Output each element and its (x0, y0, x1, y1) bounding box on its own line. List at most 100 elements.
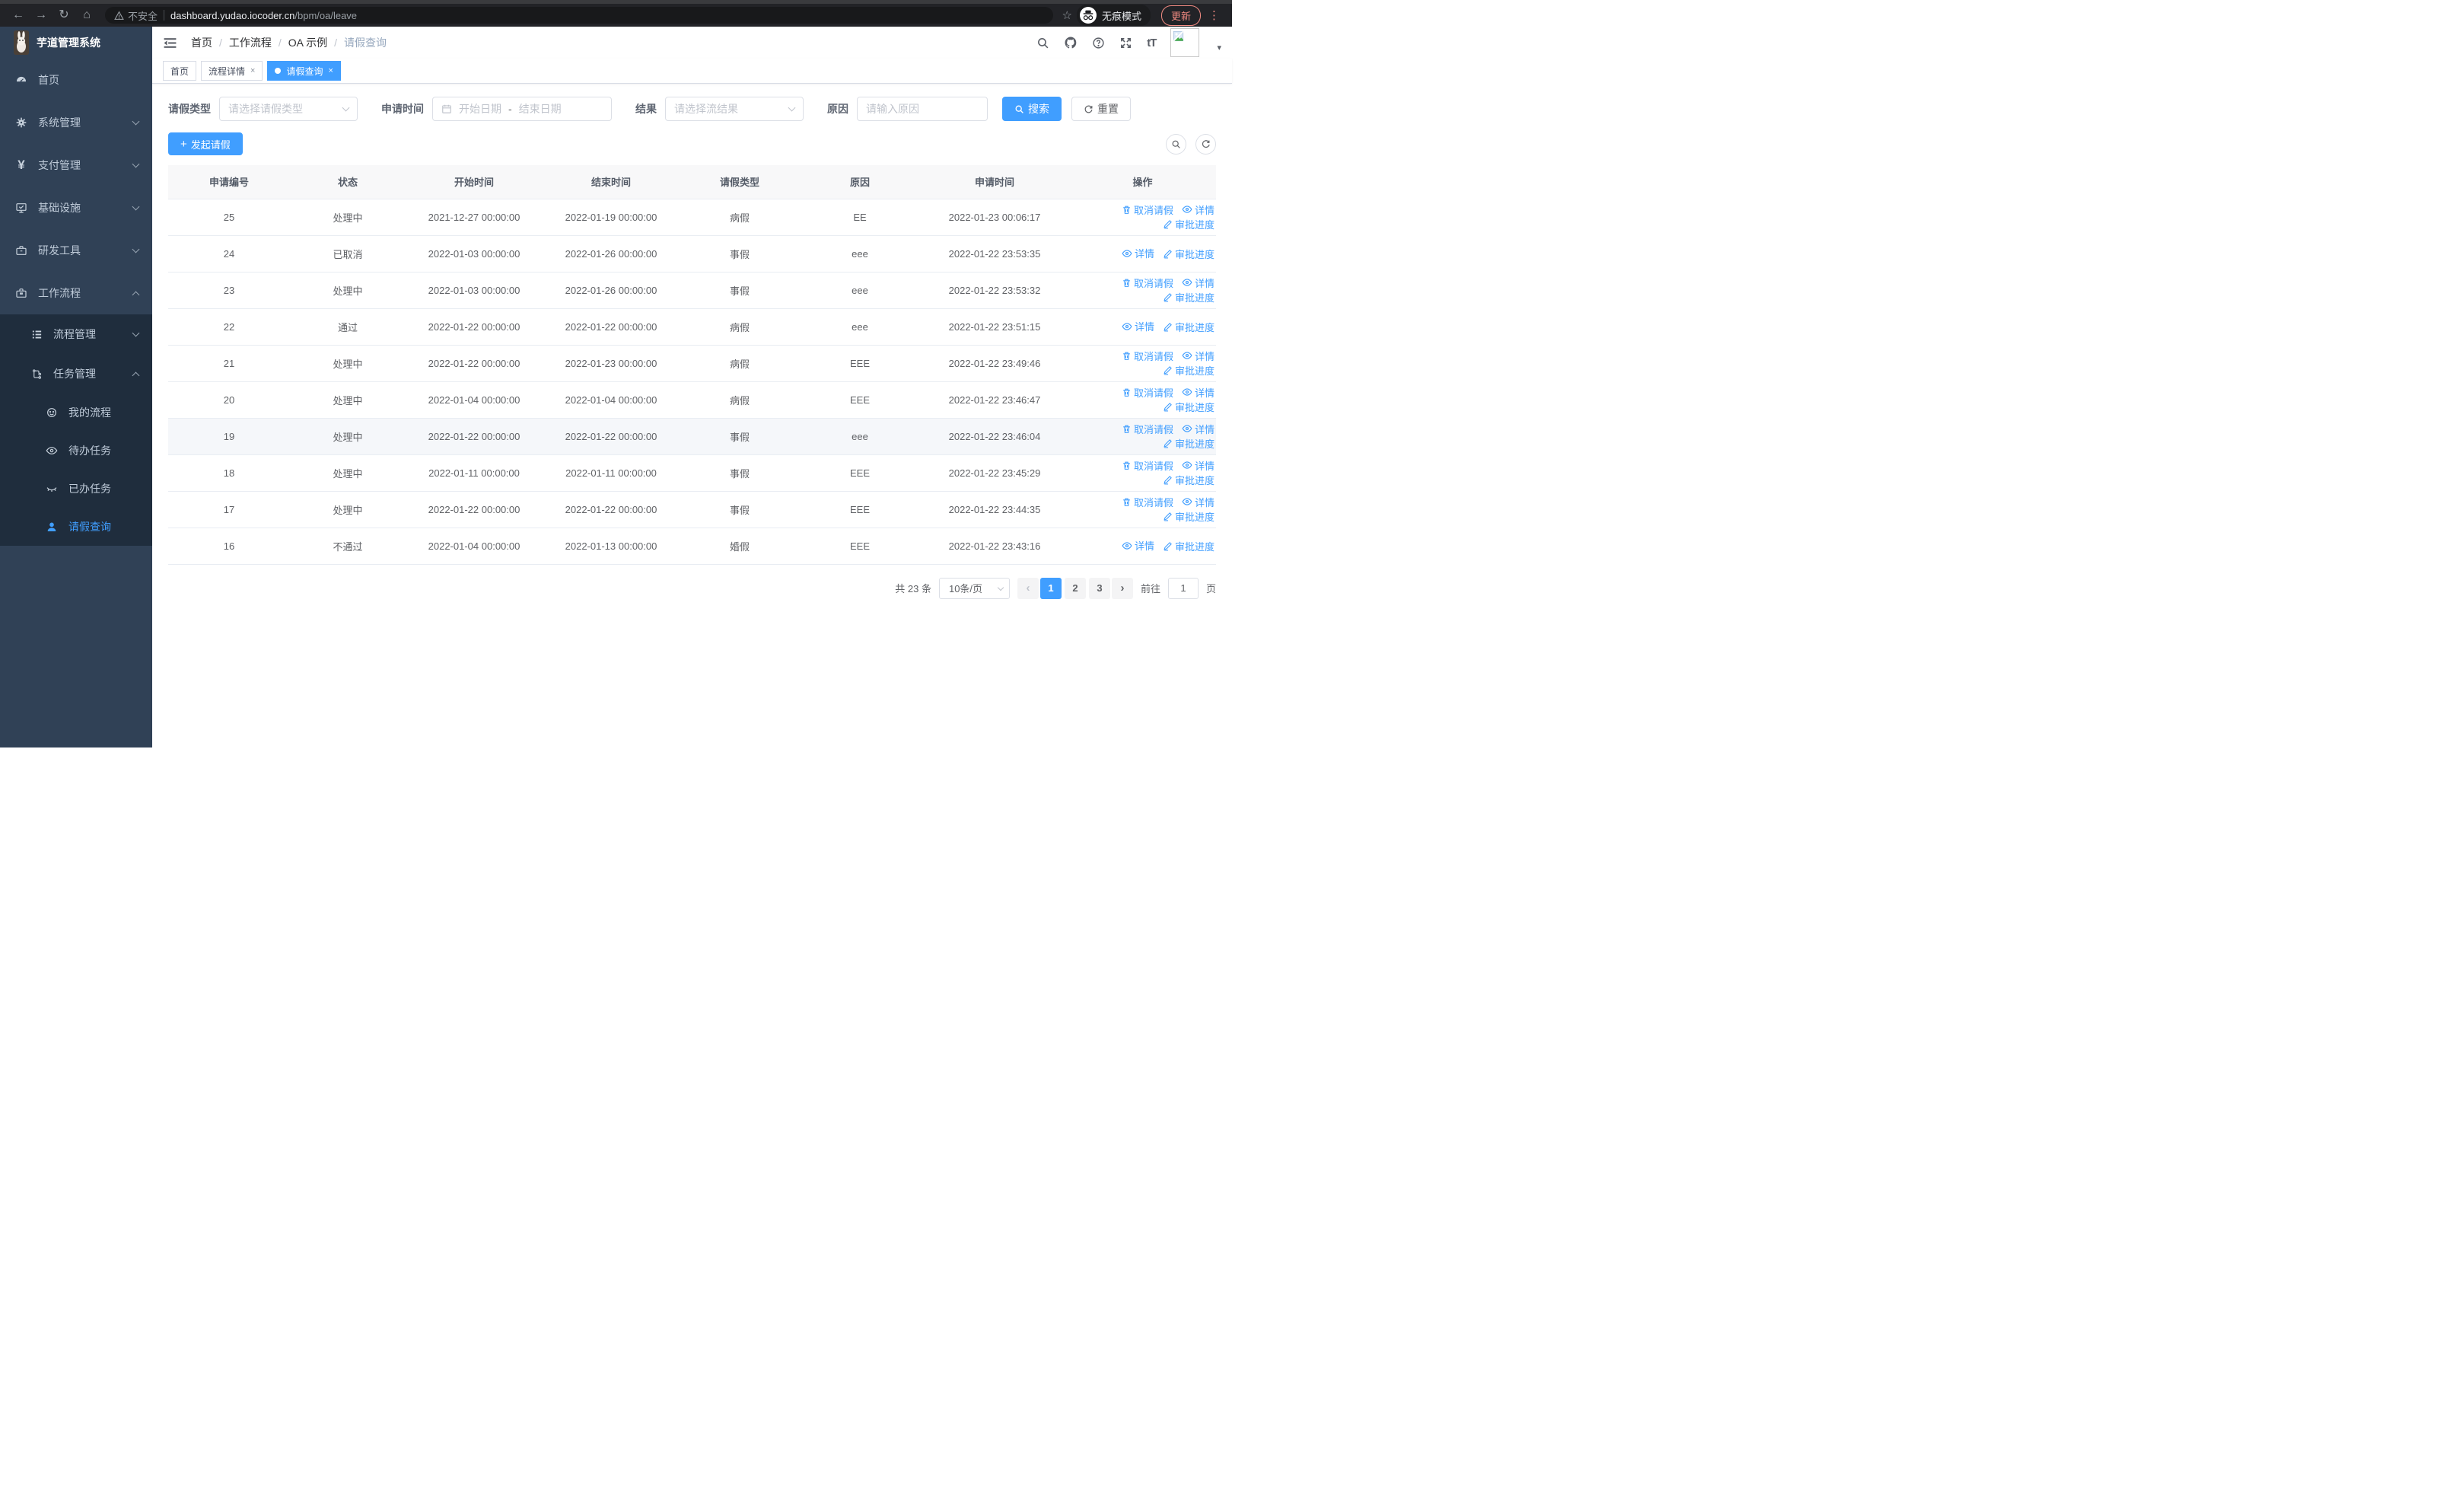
cancel-action-link[interactable]: 取消请假 (1122, 385, 1173, 400)
help-icon[interactable] (1092, 37, 1105, 49)
sidebar-item-infra[interactable]: 基础设施 (0, 186, 152, 229)
cell-reason: EE (800, 198, 920, 236)
breadcrumb-home[interactable]: 首页 (191, 35, 212, 50)
cancel-action-link[interactable]: 取消请假 (1122, 276, 1173, 290)
table-row: 20 处理中 2022-01-04 00:00:00 2022-01-04 00:00… (168, 381, 1216, 419)
sidebar-item-todo-task[interactable]: 待办任务 (0, 432, 152, 470)
sidebar-item-process-mgmt[interactable]: 流程管理 (0, 314, 152, 354)
collapse-sidebar-icon[interactable] (163, 36, 177, 50)
bookmark-star-icon[interactable]: ☆ (1062, 8, 1072, 22)
progress-action-link[interactable]: 审批进度 (1163, 400, 1214, 414)
detail-action-link[interactable]: 详情 (1182, 276, 1214, 290)
update-button[interactable]: 更新 (1160, 5, 1201, 26)
select-placeholder: 请选择请假类型 (228, 103, 303, 115)
detail-action-link[interactable]: 详情 (1122, 319, 1154, 333)
tab-process-detail[interactable]: 流程详情 × (201, 61, 263, 81)
sidebar-item-home[interactable]: 首页 (0, 59, 152, 101)
reason-input[interactable] (866, 103, 979, 115)
sidebar-item-system[interactable]: 系统管理 (0, 101, 152, 144)
sidebar-item-pay[interactable]: ¥ 支付管理 (0, 144, 152, 186)
detail-action-link[interactable]: 详情 (1182, 349, 1214, 363)
page-button-3[interactable]: 3 (1088, 577, 1110, 599)
progress-action-link[interactable]: 审批进度 (1163, 320, 1214, 334)
progress-action-link[interactable]: 审批进度 (1163, 290, 1214, 304)
home-icon[interactable]: ⌂ (78, 6, 96, 24)
sidebar-item-done-task[interactable]: 已办任务 (0, 470, 152, 508)
page-button-2[interactable]: 2 (1064, 577, 1086, 599)
security-label: 不安全 (128, 10, 158, 22)
close-icon[interactable]: × (328, 66, 333, 75)
back-icon[interactable]: ← (9, 6, 27, 24)
cell-apply: 2022-01-22 23:43:16 (920, 528, 1069, 565)
cell-id: 21 (168, 345, 290, 382)
cancel-action-link[interactable]: 取消请假 (1122, 349, 1173, 363)
cancel-action-link[interactable]: 取消请假 (1122, 458, 1173, 473)
prev-page-button[interactable]: ‹ (1017, 577, 1039, 599)
cancel-action-link[interactable]: 取消请假 (1122, 495, 1173, 509)
forward-icon[interactable]: → (32, 6, 50, 24)
url-bar[interactable]: 不安全 dashboard.yudao.iocoder.cn/bpm/oa/le… (105, 7, 1053, 24)
sidebar-item-workflow[interactable]: 工作流程 (0, 272, 152, 314)
eye-icon (46, 445, 58, 457)
progress-action-link[interactable]: 审批进度 (1163, 363, 1214, 378)
yen-icon: ¥ (18, 158, 25, 172)
leave-type-select[interactable]: 请选择请假类型 (219, 97, 358, 121)
progress-action-link[interactable]: 审批进度 (1163, 509, 1214, 524)
search-icon[interactable] (1036, 37, 1049, 49)
close-icon[interactable]: × (250, 66, 255, 75)
progress-action-link[interactable]: 审批进度 (1163, 539, 1214, 553)
create-leave-button[interactable]: + 发起请假 (168, 132, 243, 155)
detail-action-link[interactable]: 详情 (1182, 202, 1214, 217)
fullscreen-icon[interactable] (1119, 37, 1132, 49)
goto-page-input[interactable] (1167, 577, 1199, 599)
app-logo[interactable]: 芋道管理系统 (0, 27, 152, 59)
detail-action-link[interactable]: 详情 (1182, 458, 1214, 473)
security-indicator[interactable]: 不安全 (114, 8, 158, 23)
progress-action-link[interactable]: 审批进度 (1163, 436, 1214, 451)
detail-action-link[interactable]: 详情 (1182, 422, 1214, 436)
caret-down-icon[interactable]: ▾ (1217, 43, 1221, 57)
sidebar-item-leave-query[interactable]: 请假查询 (0, 508, 152, 546)
result-select[interactable]: 请选择流结果 (665, 97, 804, 121)
detail-action-link[interactable]: 详情 (1182, 495, 1214, 509)
sidebar-item-my-process[interactable]: 我的流程 (0, 394, 152, 432)
detail-action-link[interactable]: 详情 (1122, 538, 1154, 553)
cancel-action-link[interactable]: 取消请假 (1122, 202, 1173, 217)
cancel-action-link[interactable]: 取消请假 (1122, 422, 1173, 436)
tab-leave-query[interactable]: 请假查询 × (267, 61, 341, 81)
github-icon[interactable] (1064, 36, 1078, 49)
col-apply-id: 申请编号 (168, 165, 290, 199)
more-vert-icon[interactable]: ⋮ (1205, 8, 1223, 22)
page-size-select[interactable]: 10条/页 (938, 577, 1010, 599)
toggle-search-button[interactable] (1166, 133, 1186, 155)
detail-action-label: 详情 (1194, 350, 1214, 362)
refresh-table-button[interactable] (1195, 133, 1216, 155)
cell-reason: EEE (800, 381, 920, 419)
next-page-button[interactable]: › (1111, 577, 1133, 599)
breadcrumb-oa[interactable]: OA 示例 (288, 35, 327, 50)
avatar[interactable] (1170, 28, 1200, 57)
progress-action-link[interactable]: 审批进度 (1163, 473, 1214, 487)
progress-action-link[interactable]: 审批进度 (1163, 247, 1214, 261)
page-button-1[interactable]: 1 (1039, 577, 1062, 599)
tab-home[interactable]: 首页 (163, 61, 197, 81)
cell-id: 20 (168, 381, 290, 419)
edit-icon (1164, 249, 1172, 259)
detail-action-link[interactable]: 详情 (1182, 385, 1214, 400)
reset-button[interactable]: 重置 (1071, 97, 1131, 121)
col-status: 状态 (290, 165, 406, 199)
apply-time-range-picker[interactable]: 开始日期 - 结束日期 (432, 97, 612, 121)
reload-icon[interactable]: ↻ (55, 6, 73, 24)
progress-action-link[interactable]: 审批进度 (1163, 217, 1214, 231)
sidebar-item-task-mgmt[interactable]: 任务管理 (0, 354, 152, 394)
search-button[interactable]: 搜索 (1002, 97, 1062, 121)
detail-action-link[interactable]: 详情 (1122, 246, 1154, 260)
app-header: 首页 / 工作流程 / OA 示例 / 请假查询 tT ▾ (152, 27, 1232, 59)
font-size-icon[interactable]: tT (1147, 37, 1157, 49)
cell-end: 2022-01-26 00:00:00 (543, 272, 680, 309)
breadcrumb-workflow[interactable]: 工作流程 (229, 35, 272, 50)
progress-action-label: 审批进度 (1174, 475, 1214, 487)
cell-status: 处理中 (290, 272, 406, 309)
sidebar-item-devtool[interactable]: 研发工具 (0, 229, 152, 272)
start-date-placeholder: 开始日期 (459, 103, 501, 115)
